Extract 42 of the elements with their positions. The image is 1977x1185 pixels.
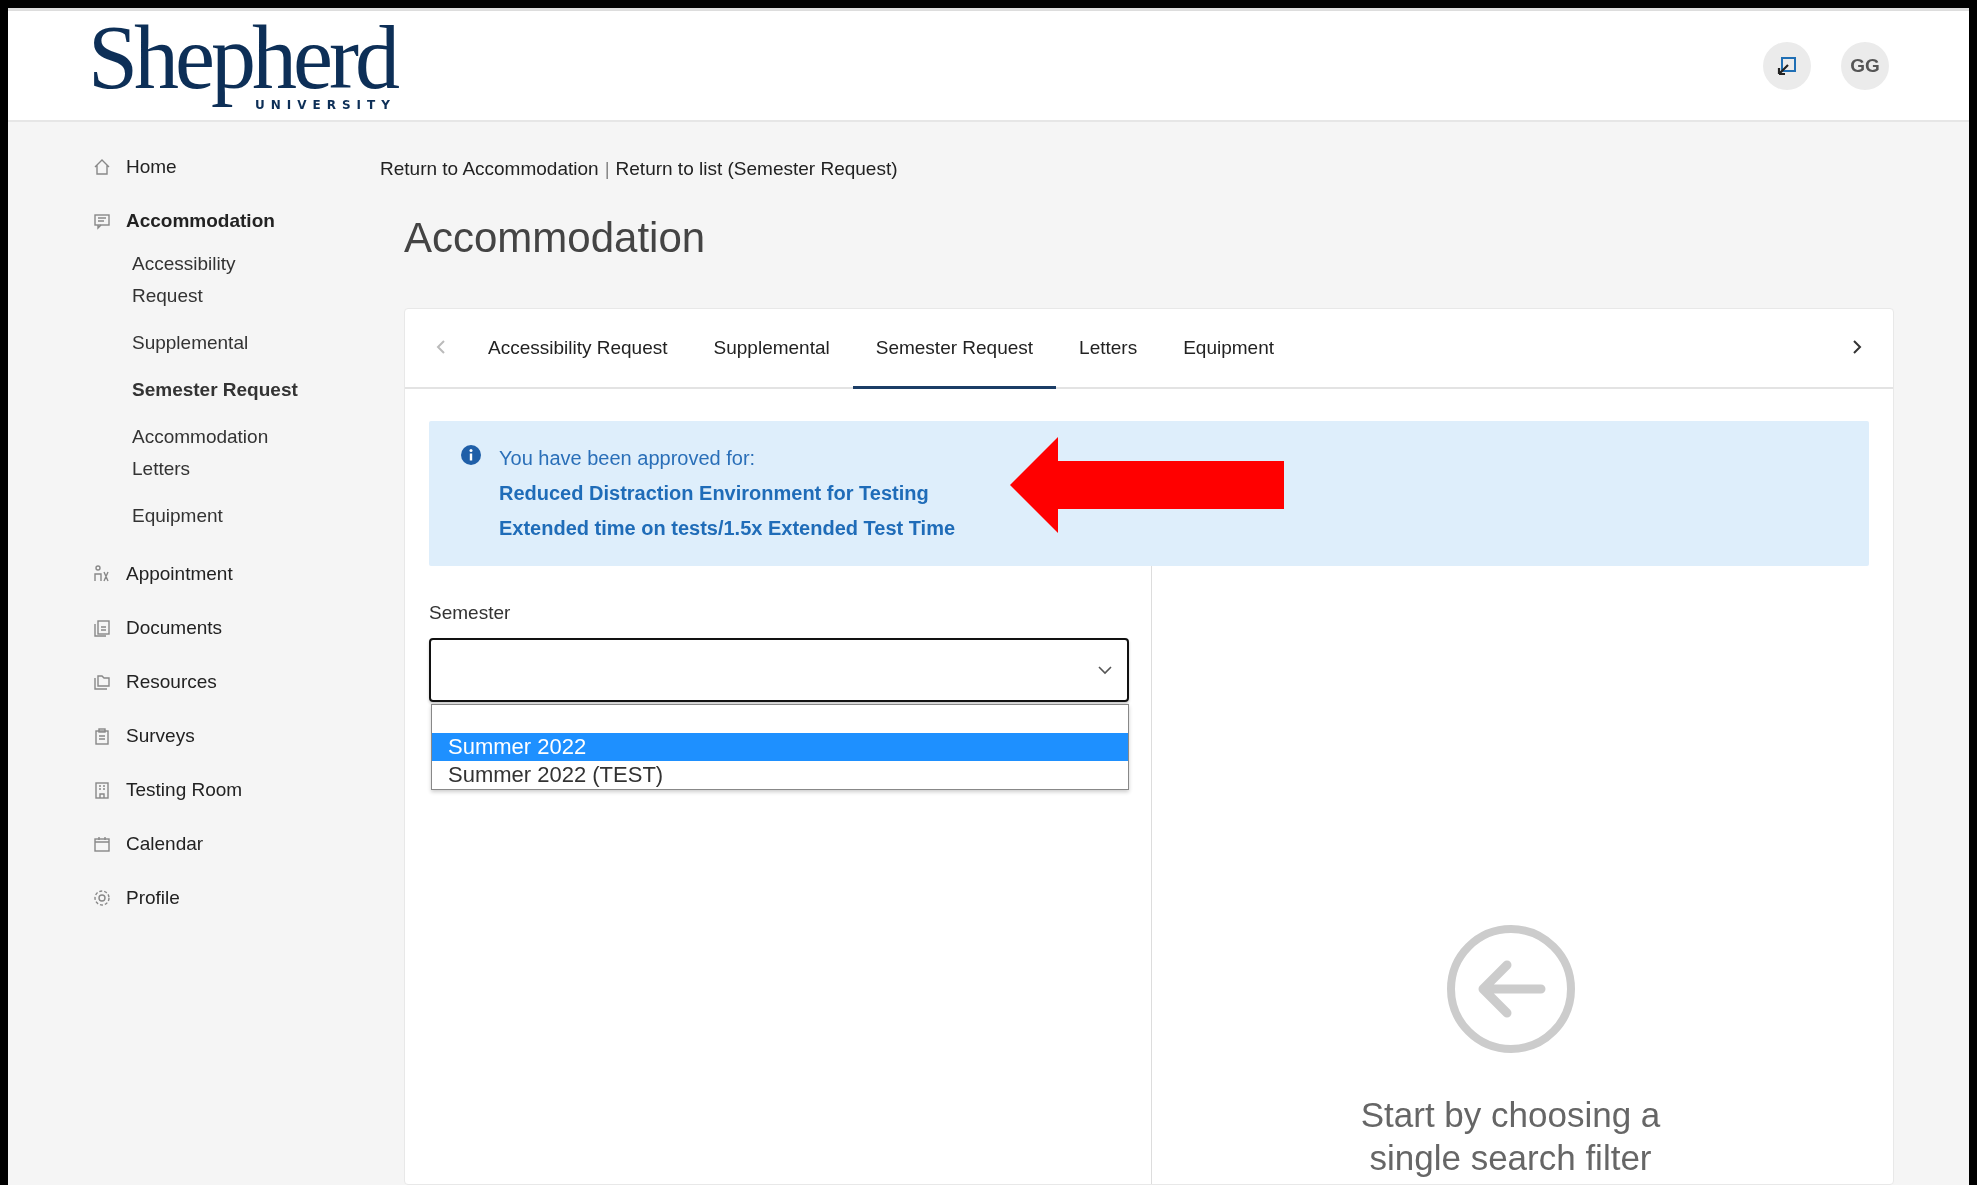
tab[interactable]: Semester Request <box>852 309 1057 389</box>
sidebar-item[interactable]: Documents <box>92 601 372 655</box>
info-heading: You have been approved for: <box>499 446 757 471</box>
sidebar-subitem[interactable]: Accommodation Letters <box>132 421 302 500</box>
approved-accommodation: Extended time on tests/1.5x Extended Test Time <box>499 516 956 541</box>
building-icon <box>92 780 112 800</box>
sidebar-item[interactable]: Resources <box>92 655 372 709</box>
clipboard-icon <box>92 726 112 746</box>
dropdown-option[interactable]: Summer 2022 (TEST) <box>432 761 1128 789</box>
info-icon <box>461 445 481 465</box>
document-icon <box>92 618 112 638</box>
sidebar-item[interactable]: Surveys <box>92 709 372 763</box>
tab[interactable]: Supplemental <box>690 309 853 389</box>
semester-select[interactable] <box>429 638 1129 702</box>
calendar-icon <box>92 834 112 854</box>
folder-icon <box>92 672 112 692</box>
tab[interactable]: Letters <box>1056 309 1161 389</box>
message-icon <box>92 211 112 231</box>
breadcrumb-separator: | <box>604 158 610 180</box>
sidebar-subitem[interactable]: Supplemental <box>132 327 302 374</box>
tab[interactable]: Equipment <box>1160 309 1298 389</box>
field-label: Semester <box>429 602 512 624</box>
sidebar-item[interactable]: Home <box>92 140 372 194</box>
page-title: Accommodation <box>404 214 707 262</box>
sidebar-item[interactable]: Calendar <box>92 817 372 871</box>
sidebar-subitem[interactable]: Accessibility Request <box>132 248 302 327</box>
user-avatar[interactable]: GG <box>1841 41 1889 90</box>
settings-icon <box>92 888 112 908</box>
sidebar-subitem[interactable]: Equipment <box>132 500 302 547</box>
sidebar-item[interactable]: Profile <box>92 871 372 925</box>
sidebar-subitem[interactable]: Semester Request <box>132 374 302 421</box>
sidebar-item[interactable]: Appointment <box>92 547 372 601</box>
sidebar-item[interactable]: Accommodation <box>92 194 372 248</box>
empty-state-message: Start by choosing a single search filter <box>1359 1094 1662 1179</box>
home-icon <box>92 157 112 177</box>
tab[interactable]: Accessibility Request <box>465 309 691 389</box>
expand-icon[interactable] <box>1763 41 1811 90</box>
sidebar-item[interactable]: Testing Room <box>92 763 372 817</box>
breadcrumb-link[interactable]: Return to Accommodation <box>380 158 599 180</box>
chevron-down-icon <box>1097 665 1113 675</box>
approved-accommodation: Reduced Distraction Environment for Testing <box>499 481 930 506</box>
breadcrumb-link[interactable]: Return to list (Semester Request) <box>615 158 898 180</box>
